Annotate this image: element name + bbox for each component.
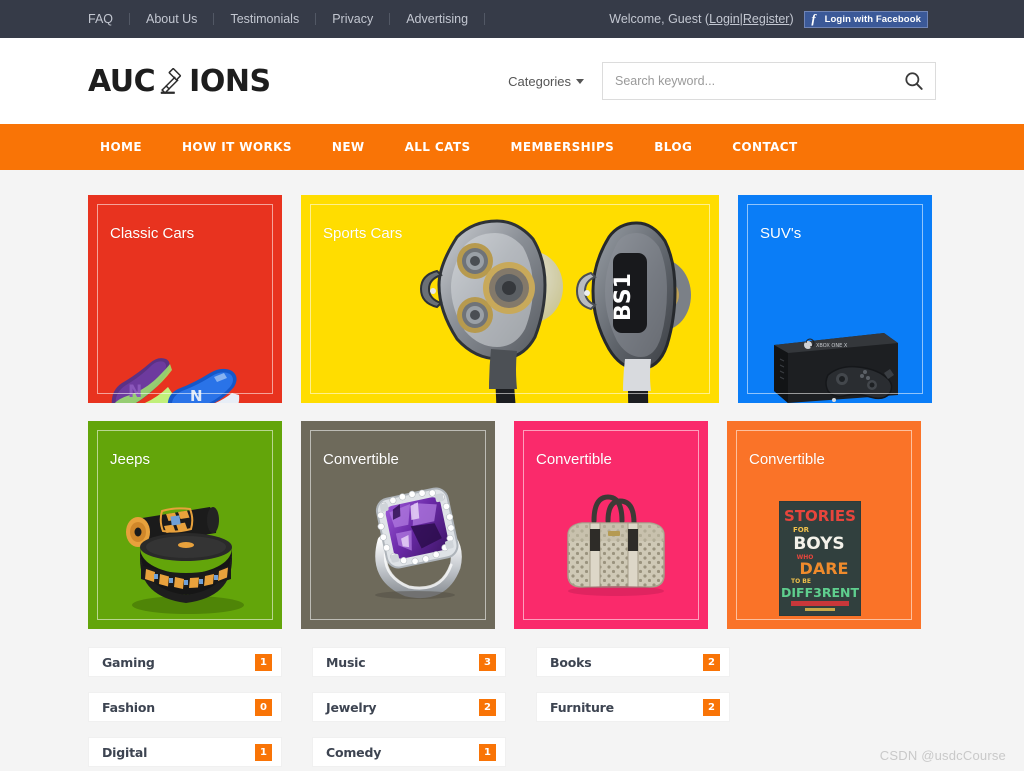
- search-icon[interactable]: [903, 70, 925, 92]
- login-with-facebook-label: Login with Facebook: [824, 13, 921, 25]
- tile-title: Classic Cars: [110, 225, 195, 242]
- divider: [484, 13, 486, 25]
- logo-text-prefix: AUC: [88, 63, 156, 99]
- book-line-6: TO BE: [791, 578, 811, 585]
- category-count-badge: 3: [479, 653, 496, 671]
- tile-title: Jeeps: [110, 451, 151, 468]
- category-tile-convertible-bag[interactable]: Convertible: [514, 421, 708, 629]
- nav-item-memberships[interactable]: MEMBERSHIPS: [491, 124, 635, 170]
- nav-item-blog[interactable]: BLOG: [634, 124, 712, 170]
- login-link[interactable]: Login: [709, 12, 740, 26]
- category-count-badge: 1: [255, 653, 272, 671]
- chevron-down-icon: [576, 78, 584, 84]
- category-label: Music: [326, 654, 366, 670]
- svg-text:N: N: [190, 387, 203, 403]
- site-header: AUC IONS Categories: [0, 38, 1024, 124]
- category-count-badge: 0: [255, 698, 272, 716]
- category-count-badge: 1: [255, 743, 272, 761]
- categories-dropdown-label: Categories: [508, 73, 571, 89]
- category-count-badge: 2: [479, 698, 496, 716]
- tile-title: Convertible: [749, 451, 825, 468]
- book-line-1: STORIES: [784, 507, 856, 525]
- tile-title: Convertible: [323, 451, 399, 468]
- category-tile-row-2: Jeeps Convertible Convertible STORIES FO…: [88, 421, 936, 629]
- logo-text-suffix: IONS: [189, 63, 271, 99]
- nav-item-home[interactable]: HOME: [88, 124, 162, 170]
- welcome-suffix: ): [789, 12, 794, 26]
- gavel-icon: [157, 67, 187, 98]
- tile-title: SUV's: [760, 225, 802, 242]
- category-label: Jewelry: [326, 699, 377, 715]
- welcome-text: Welcome, Guest (: [609, 12, 710, 26]
- search-box[interactable]: [602, 62, 936, 100]
- category-list-item-comedy[interactable]: Comedy 1: [312, 737, 506, 767]
- topbar-link-advertising[interactable]: Advertising: [390, 0, 484, 38]
- category-label: Books: [550, 654, 592, 670]
- category-label: Furniture: [550, 699, 614, 715]
- book-line-3: BOYS: [793, 534, 844, 554]
- category-tile-jeeps[interactable]: Jeeps: [88, 421, 282, 629]
- tile-title: Convertible: [536, 451, 612, 468]
- category-list-item-digital[interactable]: Digital 1: [88, 737, 282, 767]
- top-utility-bar: FAQ About Us Testimonials Privacy Advert…: [0, 0, 1024, 38]
- book-line-5: DARE: [800, 559, 849, 578]
- tile-title: Sports Cars: [323, 225, 403, 242]
- search-input[interactable]: [615, 74, 903, 88]
- earbud-model-label: BS1: [611, 273, 636, 321]
- categories-dropdown[interactable]: Categories: [508, 74, 584, 89]
- category-list: Gaming 1 Music 3 Books 2 Fashion 0 Jewel…: [88, 647, 936, 767]
- category-label: Gaming: [102, 654, 155, 670]
- nav-item-new[interactable]: NEW: [312, 124, 385, 170]
- topbar-link-about-us[interactable]: About Us: [130, 0, 213, 38]
- category-count-badge: 2: [703, 698, 720, 716]
- category-label: Comedy: [326, 744, 382, 760]
- category-label: Fashion: [102, 699, 155, 715]
- nav-item-all-cats[interactable]: ALL CATS: [385, 124, 491, 170]
- category-list-item-fashion[interactable]: Fashion 0: [88, 692, 282, 722]
- svg-text:N: N: [128, 382, 142, 402]
- category-tile-convertible-ring[interactable]: Convertible: [301, 421, 495, 629]
- category-list-item-books[interactable]: Books 2: [536, 647, 730, 677]
- topbar-link-privacy[interactable]: Privacy: [316, 0, 389, 38]
- main-navigation: HOME HOW IT WORKS NEW ALL CATS MEMBERSHI…: [0, 124, 1024, 170]
- book-line-7: DIFF3RENT: [781, 585, 859, 600]
- category-list-item-gaming[interactable]: Gaming 1: [88, 647, 282, 677]
- console-label: XBOX ONE X: [816, 343, 848, 349]
- nav-item-how-it-works[interactable]: HOW IT WORKS: [162, 124, 312, 170]
- category-list-item-music[interactable]: Music 3: [312, 647, 506, 677]
- site-logo[interactable]: AUC IONS: [88, 64, 271, 99]
- category-tile-classic-cars[interactable]: N N Classic Cars: [88, 195, 282, 403]
- facebook-f-icon: f: [811, 11, 816, 26]
- book-line-2: FOR: [793, 526, 810, 534]
- category-count-badge: 1: [479, 743, 496, 761]
- category-tile-suvs[interactable]: XBOX ONE X SUV's: [738, 195, 932, 403]
- topbar-links: FAQ About Us Testimonials Privacy Advert…: [88, 0, 486, 38]
- topbar-link-faq[interactable]: FAQ: [88, 0, 129, 38]
- category-tile-sports-cars[interactable]: BS1 Sports Cars: [301, 195, 719, 403]
- nav-items: HOME HOW IT WORKS NEW ALL CATS MEMBERSHI…: [88, 124, 818, 170]
- register-link[interactable]: Register: [743, 12, 790, 26]
- topbar-link-testimonials[interactable]: Testimonials: [214, 0, 315, 38]
- category-count-badge: 2: [703, 653, 720, 671]
- nav-item-contact[interactable]: CONTACT: [712, 124, 817, 170]
- topbar-account-area: Welcome, Guest ( Login | Register ) f Lo…: [609, 10, 1002, 28]
- login-with-facebook-button[interactable]: f Login with Facebook: [803, 10, 928, 28]
- main-content: N N Classic Cars BS1 Sports Cars XBOX ON…: [0, 170, 1024, 767]
- category-label: Digital: [102, 744, 148, 760]
- category-tile-row-1: N N Classic Cars BS1 Sports Cars XBOX ON…: [88, 195, 936, 403]
- watermark: CSDN @usdcCourse: [879, 748, 1006, 763]
- header-search-area: Categories: [508, 62, 936, 100]
- category-list-item-jewelry[interactable]: Jewelry 2: [312, 692, 506, 722]
- category-tile-convertible-book[interactable]: STORIES FOR BOYS WHO DARE TO BE DIFF3REN…: [727, 421, 921, 629]
- category-list-item-furniture[interactable]: Furniture 2: [536, 692, 730, 722]
